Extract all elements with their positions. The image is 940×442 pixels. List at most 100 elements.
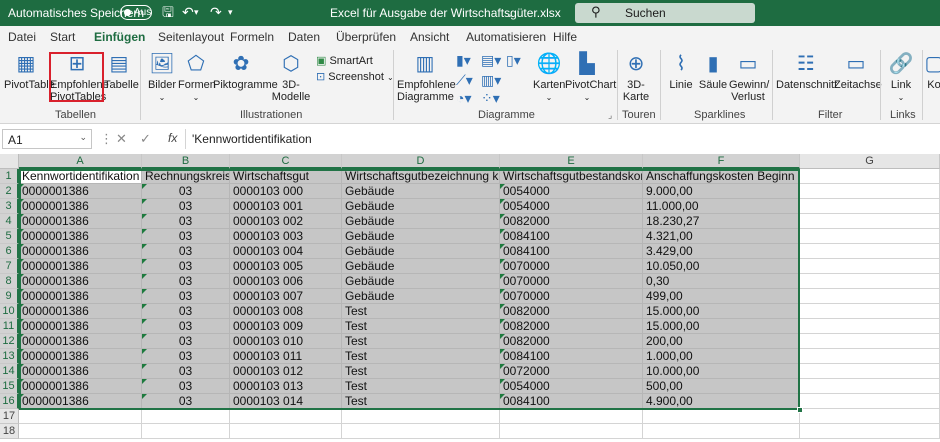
cell-c6[interactable]: 0000103 004 — [230, 244, 342, 259]
row-header-16[interactable]: 16 — [0, 394, 19, 409]
cell-d13[interactable]: Test — [342, 349, 500, 364]
cell-b5[interactable]: 03 — [142, 229, 230, 244]
name-box[interactable]: A1 ⌄ — [2, 129, 92, 149]
row-header-11[interactable]: 11 — [0, 319, 19, 334]
cell-a12[interactable]: 0000001386 — [19, 334, 142, 349]
cell-f14[interactable]: 10.000,00 — [643, 364, 800, 379]
column-header-d[interactable]: D — [342, 154, 500, 169]
cell-d1[interactable]: Wirtschaftsgutbezeichnung kurz — [342, 169, 500, 184]
timeline-button[interactable]: ▭ Zeitachse — [834, 52, 882, 91]
redo-icon[interactable]: ↷ — [210, 3, 222, 21]
scatter-chart-icon[interactable]: ⁘▾ — [481, 90, 500, 107]
cell-f17[interactable] — [643, 409, 800, 424]
cell-a17[interactable] — [19, 409, 142, 424]
cell-e16[interactable]: 0084100 — [500, 394, 643, 409]
hierarchy-chart-icon[interactable]: ▤▾ — [481, 52, 501, 69]
waterfall-chart-icon[interactable]: ▯▾ — [506, 52, 521, 69]
cell-a4[interactable]: 0000001386 — [19, 214, 142, 229]
cell-c17[interactable] — [230, 409, 342, 424]
cell-f18[interactable] — [643, 424, 800, 439]
sparkline-column-button[interactable]: ▮ Säule — [698, 52, 728, 91]
cell-b9[interactable]: 03 — [142, 289, 230, 304]
dialog-launcher-icon[interactable]: ⌟ — [608, 110, 612, 121]
cell-b18[interactable] — [142, 424, 230, 439]
cell-d16[interactable]: Test — [342, 394, 500, 409]
cell-f2[interactable]: 9.000,00 — [643, 184, 800, 199]
row-header-3[interactable]: 3 — [0, 199, 19, 214]
statistic-chart-icon[interactable]: ▥▾ — [481, 72, 501, 89]
cell-a1[interactable]: Kennwortidentifikation — [19, 169, 142, 184]
cell-e11[interactable]: 0082000 — [500, 319, 643, 334]
cell-e15[interactable]: 0054000 — [500, 379, 643, 394]
formula-input[interactable]: 'Kennwortidentifikation — [185, 129, 940, 149]
shapes-button[interactable]: ⬠ Formen ⌄ — [178, 52, 216, 104]
cell-d10[interactable]: Test — [342, 304, 500, 319]
cell-d3[interactable]: Gebäude — [342, 199, 500, 214]
cell-d2[interactable]: Gebäude — [342, 184, 500, 199]
cell-e8[interactable]: 0070000 — [500, 274, 643, 289]
column-header-b[interactable]: B — [142, 154, 230, 169]
tab-datei[interactable]: Datei — [8, 30, 36, 44]
row-header-6[interactable]: 6 — [0, 244, 19, 259]
cell-d18[interactable] — [342, 424, 500, 439]
cell-g3[interactable] — [800, 199, 940, 214]
line-chart-icon[interactable]: ⟋▾ — [456, 72, 473, 89]
cell-a16[interactable]: 0000001386 — [19, 394, 142, 409]
column-header-e[interactable]: E — [500, 154, 643, 169]
cell-a5[interactable]: 0000001386 — [19, 229, 142, 244]
cell-c12[interactable]: 0000103 010 — [230, 334, 342, 349]
cell-a14[interactable]: 0000001386 — [19, 364, 142, 379]
cell-d7[interactable]: Gebäude — [342, 259, 500, 274]
table-button[interactable]: ▤ Tabelle — [104, 52, 139, 91]
cell-f9[interactable]: 499,00 — [643, 289, 800, 304]
cell-a11[interactable]: 0000001386 — [19, 319, 142, 334]
cell-a6[interactable]: 0000001386 — [19, 244, 142, 259]
column-header-f[interactable]: F — [643, 154, 800, 169]
cell-c2[interactable]: 0000103 000 — [230, 184, 342, 199]
cell-a15[interactable]: 0000001386 — [19, 379, 142, 394]
cell-a7[interactable]: 0000001386 — [19, 259, 142, 274]
3d-models-button[interactable]: ⬡ 3D- Modelle — [270, 52, 312, 103]
pivottable-button[interactable]: ▦ PivotTable — [4, 52, 55, 91]
row-header-18[interactable]: 18 — [0, 424, 19, 439]
cell-e3[interactable]: 0054000 — [500, 199, 643, 214]
cell-e17[interactable] — [500, 409, 643, 424]
cell-f7[interactable]: 10.050,00 — [643, 259, 800, 274]
cell-c9[interactable]: 0000103 007 — [230, 289, 342, 304]
column-header-g[interactable]: G — [800, 154, 940, 169]
tab-ansicht[interactable]: Ansicht — [410, 30, 449, 44]
pie-chart-icon[interactable]: ◔▾ — [456, 90, 471, 107]
cell-d11[interactable]: Test — [342, 319, 500, 334]
autosave-toggle[interactable]: Aus — [120, 5, 152, 20]
cancel-icon[interactable]: ✕ — [116, 131, 127, 147]
recommended-charts-button[interactable]: ▥ Empfohlene Diagramme — [397, 52, 456, 103]
cell-d8[interactable]: Gebäude — [342, 274, 500, 289]
tab-ueberpruefen[interactable]: Überprüfen — [336, 30, 396, 44]
tab-seitenlayout[interactable]: Seitenlayout — [158, 30, 224, 44]
row-header-15[interactable]: 15 — [0, 379, 19, 394]
tab-hilfe[interactable]: Hilfe — [553, 30, 577, 44]
cell-b7[interactable]: 03 — [142, 259, 230, 274]
cell-b15[interactable]: 03 — [142, 379, 230, 394]
cell-f13[interactable]: 1.000,00 — [643, 349, 800, 364]
cell-f6[interactable]: 3.429,00 — [643, 244, 800, 259]
cell-e14[interactable]: 0072000 — [500, 364, 643, 379]
cell-b10[interactable]: 03 — [142, 304, 230, 319]
cell-a9[interactable]: 0000001386 — [19, 289, 142, 304]
row-header-2[interactable]: 2 — [0, 184, 19, 199]
select-all-corner[interactable] — [0, 154, 19, 169]
cell-b16[interactable]: 03 — [142, 394, 230, 409]
cell-d12[interactable]: Test — [342, 334, 500, 349]
cell-a3[interactable]: 0000001386 — [19, 199, 142, 214]
cell-b17[interactable] — [142, 409, 230, 424]
window-title[interactable]: Excel für Ausgabe der Wirtschaftsgüter.x… — [330, 6, 561, 20]
cell-d5[interactable]: Gebäude — [342, 229, 500, 244]
cell-e1[interactable]: Wirtschaftsgutbestandskonto — [500, 169, 643, 184]
cell-g2[interactable] — [800, 184, 940, 199]
cell-b1[interactable]: Rechnungskreis — [142, 169, 230, 184]
row-header-12[interactable]: 12 — [0, 334, 19, 349]
cell-c4[interactable]: 0000103 002 — [230, 214, 342, 229]
cell-d14[interactable]: Test — [342, 364, 500, 379]
cell-b11[interactable]: 03 — [142, 319, 230, 334]
tab-formeln[interactable]: Formeln — [230, 30, 274, 44]
